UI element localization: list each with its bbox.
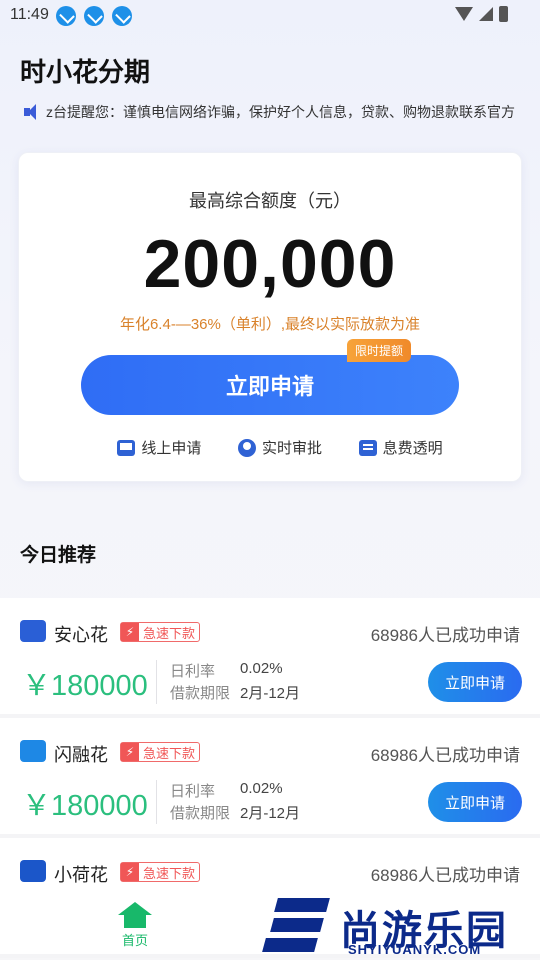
feature-online-apply: 线上申请: [117, 437, 201, 458]
feature-label: 实时审批: [261, 440, 322, 457]
home-icon: [118, 902, 152, 928]
feature-transparent-fees: 息费透明: [358, 437, 443, 458]
product-name: 小荷花: [54, 865, 108, 885]
fast-loan-badge: ⚡ 急速下款: [120, 622, 201, 642]
rate-row: 日利率 0.02%: [170, 780, 283, 800]
apply-button[interactable]: 立即申请: [428, 662, 522, 702]
term-row: 借款期限 2月-12月: [170, 805, 301, 822]
signal-icon: [479, 7, 493, 21]
fast-loan-badge: ⚡ 急速下款: [120, 742, 201, 762]
lightning-icon: ⚡: [121, 623, 139, 641]
product-name: 闪融花: [54, 745, 108, 765]
loan-amount: ￥180000: [22, 670, 148, 702]
quota-card: 最高综合额度（元） 200,000 年化6.4-—36%（单利）,最终以实际放款…: [18, 152, 522, 482]
tab-home-label: 首页: [121, 933, 148, 948]
document-icon: [358, 439, 377, 456]
feature-realtime-review: 实时审批: [237, 437, 322, 458]
fast-loan-badge: ⚡ 急速下款: [120, 862, 201, 882]
tab-home[interactable]: 首页: [112, 902, 158, 949]
status-time: 11:49: [10, 6, 49, 23]
feature-row: 线上申请 实时审批 息费透明: [19, 437, 521, 458]
system-icons: [455, 6, 508, 22]
applied-count: 68986人已成功申请: [370, 626, 520, 645]
watermark-url: SHYIYUANYK.COM: [348, 942, 482, 957]
watermark-logo: 尚游乐园 SHYIYUANYK.COM: [262, 896, 540, 960]
notice-bar: z台提醒您：谨慎电信网络诈骗，保护好个人信息，贷款、购物退款联系官方: [24, 100, 520, 124]
download-icon: [84, 6, 104, 26]
rate-note: 年化6.4-—36%（单利）,最终以实际放款为准: [119, 316, 421, 333]
product-logo-icon: [20, 860, 46, 882]
quota-value: 200,000: [143, 226, 397, 302]
download-icon: [112, 6, 132, 26]
laptop-icon: [117, 439, 136, 456]
limit-tag: 限时提额: [347, 339, 412, 362]
loan-amount: ￥180000: [22, 790, 148, 822]
list-item[interactable]: 安心花 ⚡ 急速下款 68986人已成功申请 ￥180000 日利率 0.02% 借…: [0, 598, 540, 718]
quota-label: 最高综合额度（元）: [189, 191, 351, 211]
divider: [156, 660, 157, 704]
service-icon: [237, 438, 256, 457]
product-logo-icon: [20, 740, 46, 762]
rate-row: 日利率 0.02%: [170, 660, 283, 680]
list-item[interactable]: 闪融花 ⚡ 急速下款 68986人已成功申请 ￥180000 日利率 0.02% 借…: [0, 718, 540, 838]
status-bar: 11:49: [0, 0, 540, 32]
divider: [156, 780, 157, 824]
feature-label: 息费透明: [382, 440, 443, 457]
term-row: 借款期限 2月-12月: [170, 685, 301, 702]
speaker-icon: [24, 104, 40, 120]
wifi-icon: [455, 7, 473, 21]
watermark-s-icon: [262, 896, 332, 954]
product-logo-icon: [20, 620, 46, 642]
apply-now-button[interactable]: 立即申请: [81, 355, 459, 415]
lightning-icon: ⚡: [121, 863, 139, 881]
apply-button[interactable]: 立即申请: [428, 782, 522, 822]
applied-count: 68986人已成功申请: [370, 866, 520, 885]
product-name: 安心花: [54, 625, 108, 645]
applied-count: 68986人已成功申请: [370, 746, 520, 765]
page-title: 时小花分期: [20, 57, 151, 87]
notice-text: z台提醒您：谨慎电信网络诈骗，保护好个人信息，贷款、购物退款联系官方: [46, 104, 515, 120]
feature-label: 线上申请: [141, 440, 202, 457]
download-icon: [56, 6, 76, 26]
section-title: 今日推荐: [20, 545, 97, 566]
lightning-icon: ⚡: [121, 743, 139, 761]
battery-icon: [499, 6, 508, 22]
